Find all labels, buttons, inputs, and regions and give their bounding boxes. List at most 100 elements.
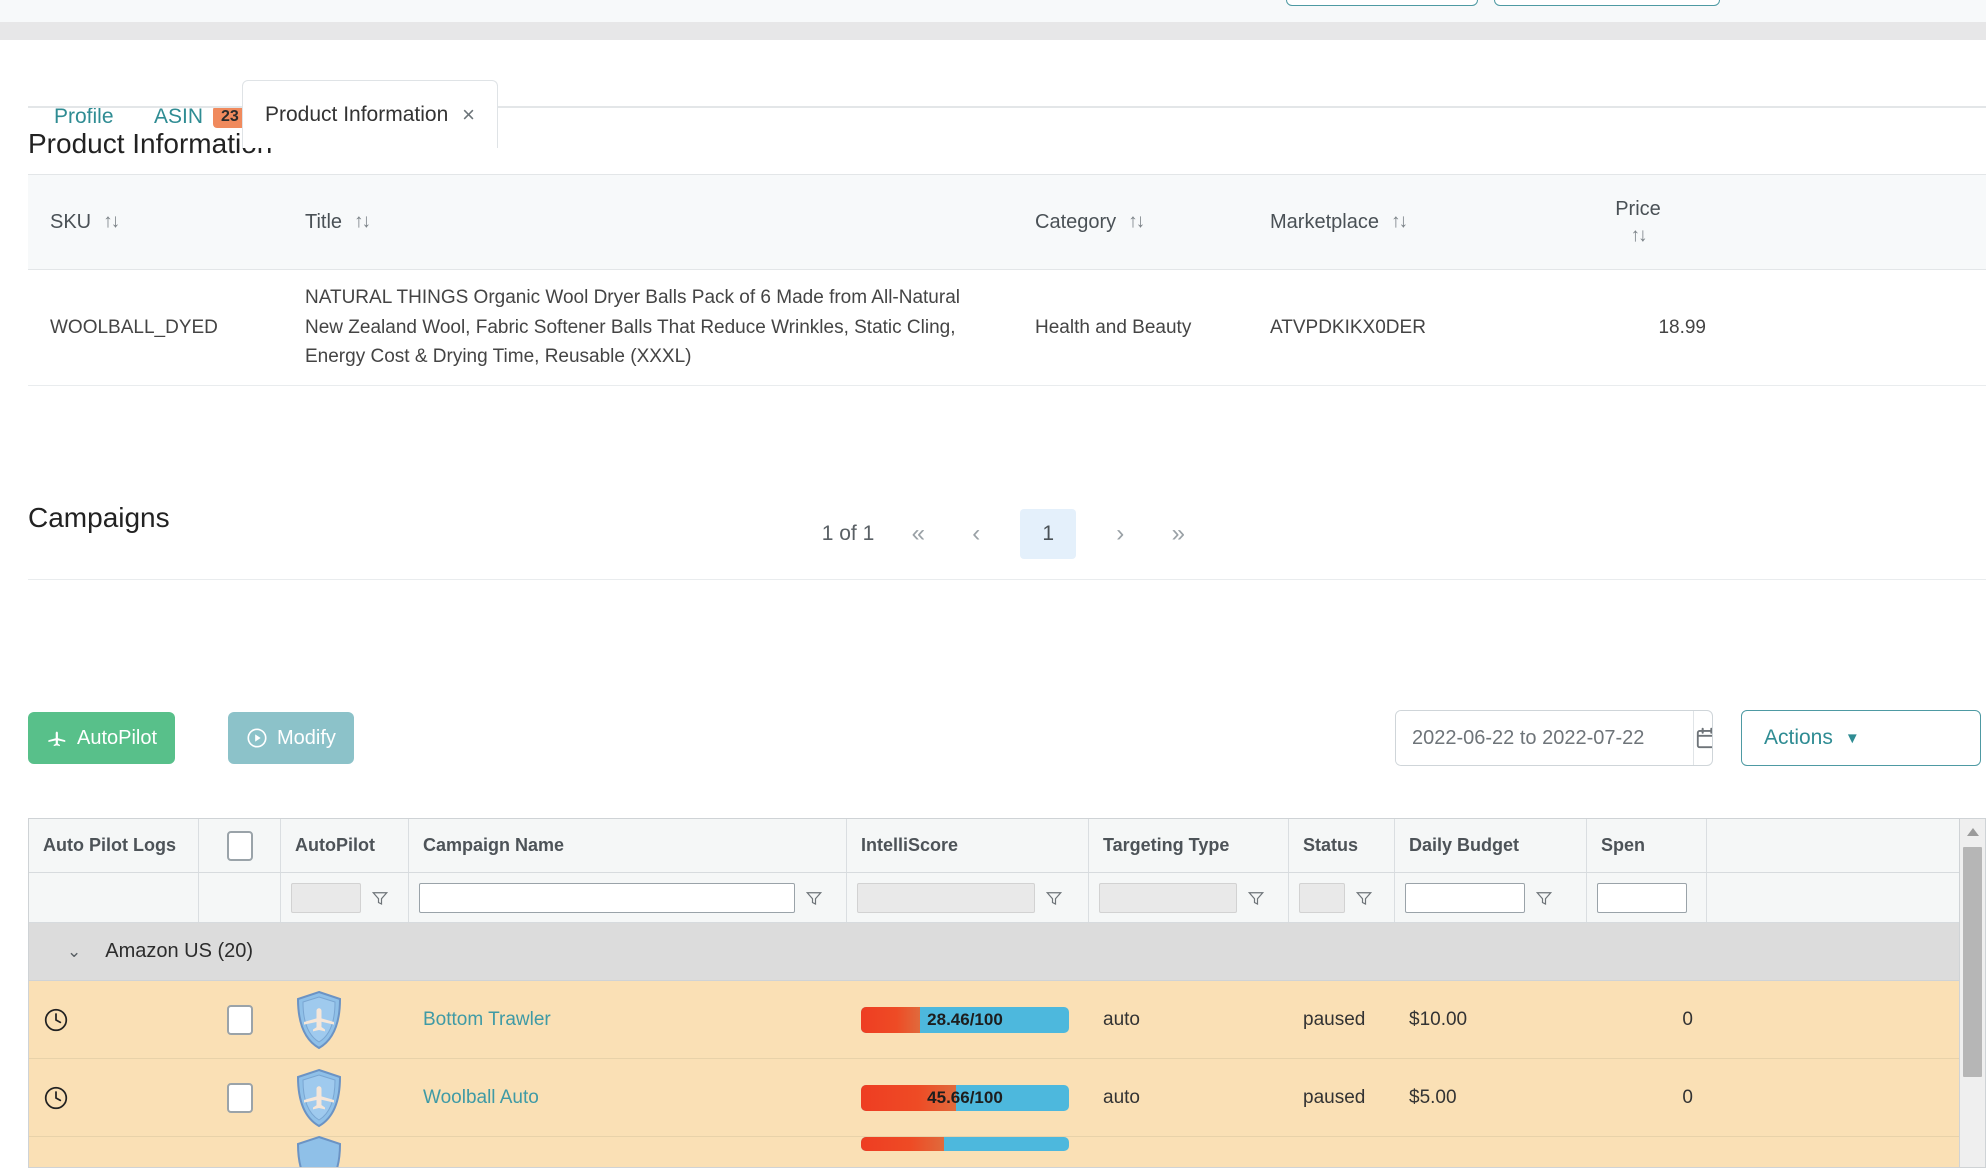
filter-spend-input[interactable] bbox=[1597, 882, 1687, 913]
intelliscore-bar: 28.46/100 bbox=[861, 1006, 1069, 1033]
column-header-spend[interactable]: Spen bbox=[1587, 819, 1707, 872]
column-header-auto-pilot-logs[interactable]: Auto Pilot Logs bbox=[29, 819, 199, 872]
filter-daily-budget-input[interactable] bbox=[1405, 882, 1525, 913]
column-header-status[interactable]: Status bbox=[1289, 819, 1395, 872]
filter-status-cell bbox=[1289, 873, 1395, 922]
filter-auto-pilot-logs bbox=[29, 873, 199, 922]
filter-daily-budget-cell bbox=[1395, 873, 1587, 922]
cell-targeting-type bbox=[1089, 1137, 1289, 1167]
campaign-name-link[interactable]: Woolball Auto bbox=[423, 1087, 539, 1109]
pagination-last-button[interactable]: » bbox=[1164, 520, 1192, 548]
sort-icon[interactable]: ↑↓ bbox=[1128, 211, 1145, 233]
filter-campaign-name-input[interactable] bbox=[419, 882, 795, 913]
cell-autopilot[interactable] bbox=[281, 1059, 409, 1136]
clock-icon[interactable] bbox=[43, 1085, 69, 1111]
funnel-icon[interactable] bbox=[371, 889, 389, 907]
cell-auto-pilot-logs[interactable] bbox=[29, 1137, 199, 1167]
group-row-amazon-us[interactable]: ⌄ Amazon US (20) bbox=[29, 923, 1985, 981]
column-header-price[interactable]: Price ↑↓ bbox=[1548, 175, 1728, 269]
funnel-icon[interactable] bbox=[1247, 889, 1265, 907]
cell-auto-pilot-logs[interactable] bbox=[29, 1059, 199, 1136]
cell-daily-budget bbox=[1395, 1137, 1587, 1167]
calendar-button[interactable] bbox=[1693, 711, 1712, 765]
tab-product-information-label: Product Information bbox=[265, 102, 449, 126]
cell-campaign-name[interactable]: Bottom Trawler bbox=[409, 981, 847, 1058]
funnel-icon[interactable] bbox=[1045, 889, 1063, 907]
column-header-campaign-name[interactable]: Campaign Name bbox=[409, 819, 847, 872]
cell-sku: WOOLBALL_DYED bbox=[50, 316, 218, 338]
funnel-icon[interactable] bbox=[805, 889, 823, 907]
cell-autopilot[interactable] bbox=[281, 1135, 409, 1168]
table-row: Woolball Auto 45.66/100 auto paused $5.0… bbox=[29, 1059, 1985, 1137]
campaign-name-link[interactable]: Bottom Trawler bbox=[423, 1009, 551, 1031]
intelliscore-fill bbox=[861, 1137, 945, 1151]
filter-campaign-name-cell bbox=[409, 873, 847, 922]
cell-campaign-name[interactable] bbox=[409, 1137, 847, 1167]
intelliscore-bar: 45.66/100 bbox=[861, 1084, 1069, 1111]
funnel-icon[interactable] bbox=[1355, 889, 1373, 907]
scrollbar-thumb[interactable] bbox=[1963, 847, 1982, 1077]
top-strip bbox=[0, 0, 1986, 22]
scroll-up-arrow-icon[interactable] bbox=[1960, 819, 1985, 845]
row-checkbox[interactable] bbox=[227, 1082, 253, 1113]
date-range-picker[interactable] bbox=[1395, 710, 1713, 766]
filter-autopilot-cell bbox=[281, 873, 409, 922]
pagination: 1 of 1 « ‹ 1 › » bbox=[28, 488, 1986, 580]
column-header-targeting-type[interactable]: Targeting Type bbox=[1089, 819, 1289, 872]
cell-spend: 0 bbox=[1682, 1086, 1693, 1108]
cell-row-checkbox[interactable] bbox=[199, 1059, 281, 1136]
cutoff-button-2[interactable] bbox=[1494, 0, 1720, 6]
campaigns-grid: Auto Pilot Logs AutoPilot Campaign Name … bbox=[28, 818, 1986, 1168]
cutoff-button-1[interactable] bbox=[1286, 0, 1478, 6]
row-checkbox[interactable] bbox=[227, 1004, 253, 1035]
cell-row-checkbox[interactable] bbox=[199, 1137, 281, 1167]
autopilot-shield-icon[interactable] bbox=[295, 990, 343, 1050]
pagination-prev-button[interactable]: ‹ bbox=[962, 520, 990, 548]
filter-autopilot-input[interactable] bbox=[291, 882, 361, 913]
tab-product-information[interactable]: Product Information × bbox=[242, 80, 498, 148]
pagination-first-button[interactable]: « bbox=[904, 520, 932, 548]
chevron-down-icon[interactable]: ⌄ bbox=[67, 942, 81, 962]
sort-icon[interactable]: ↑↓ bbox=[354, 211, 371, 233]
date-range-input[interactable] bbox=[1396, 711, 1693, 765]
chevron-down-icon: ▼ bbox=[1844, 729, 1860, 747]
column-header-status-label: Status bbox=[1303, 835, 1359, 855]
cell-overflow bbox=[1707, 981, 1967, 1058]
filter-status-input[interactable] bbox=[1299, 882, 1345, 913]
filter-intelliscore-input[interactable] bbox=[857, 882, 1035, 913]
column-header-marketplace[interactable]: Marketplace ↑↓ bbox=[1248, 175, 1548, 269]
cell-campaign-name[interactable]: Woolball Auto bbox=[409, 1059, 847, 1136]
modify-button[interactable]: Modify bbox=[228, 712, 354, 764]
autopilot-shield-icon[interactable] bbox=[295, 1135, 343, 1168]
pagination-page-1[interactable]: 1 bbox=[1020, 508, 1077, 559]
tab-profile-label: Profile bbox=[54, 105, 114, 128]
column-header-autopilot[interactable]: AutoPilot bbox=[281, 819, 409, 872]
column-header-intelliscore[interactable]: IntelliScore bbox=[847, 819, 1089, 872]
pagination-next-button[interactable]: › bbox=[1106, 520, 1134, 548]
funnel-icon[interactable] bbox=[1535, 889, 1553, 907]
column-header-targeting-type-label: Targeting Type bbox=[1103, 835, 1230, 855]
column-header-select-all[interactable] bbox=[199, 819, 281, 872]
filter-targeting-type-input[interactable] bbox=[1099, 882, 1237, 913]
column-header-daily-budget[interactable]: Daily Budget bbox=[1395, 819, 1587, 872]
grid-vertical-scrollbar[interactable] bbox=[1959, 819, 1985, 1167]
sort-icon[interactable]: ↑↓ bbox=[1631, 225, 1648, 247]
actions-button[interactable]: Actions ▼ bbox=[1741, 710, 1981, 766]
column-header-sku[interactable]: SKU ↑↓ bbox=[28, 175, 283, 269]
sort-icon[interactable]: ↑↓ bbox=[1391, 211, 1408, 233]
autopilot-button[interactable]: AutoPilot bbox=[28, 712, 176, 764]
cell-auto-pilot-logs[interactable] bbox=[29, 981, 199, 1058]
cell-row-checkbox[interactable] bbox=[199, 981, 281, 1058]
column-header-category[interactable]: Category ↑↓ bbox=[1013, 175, 1248, 269]
campaigns-title: Campaigns bbox=[28, 502, 170, 533]
cell-targeting-type: auto bbox=[1103, 1008, 1140, 1030]
sort-icon[interactable]: ↑↓ bbox=[103, 211, 120, 233]
close-icon[interactable]: × bbox=[462, 103, 475, 126]
cell-autopilot[interactable] bbox=[281, 981, 409, 1058]
clock-icon[interactable] bbox=[43, 1007, 69, 1033]
modify-button-label: Modify bbox=[277, 726, 336, 749]
cell-status: paused bbox=[1303, 1008, 1366, 1030]
autopilot-shield-icon[interactable] bbox=[295, 1068, 343, 1128]
select-all-checkbox[interactable] bbox=[226, 830, 253, 861]
column-header-title[interactable]: Title ↑↓ bbox=[283, 175, 1013, 269]
